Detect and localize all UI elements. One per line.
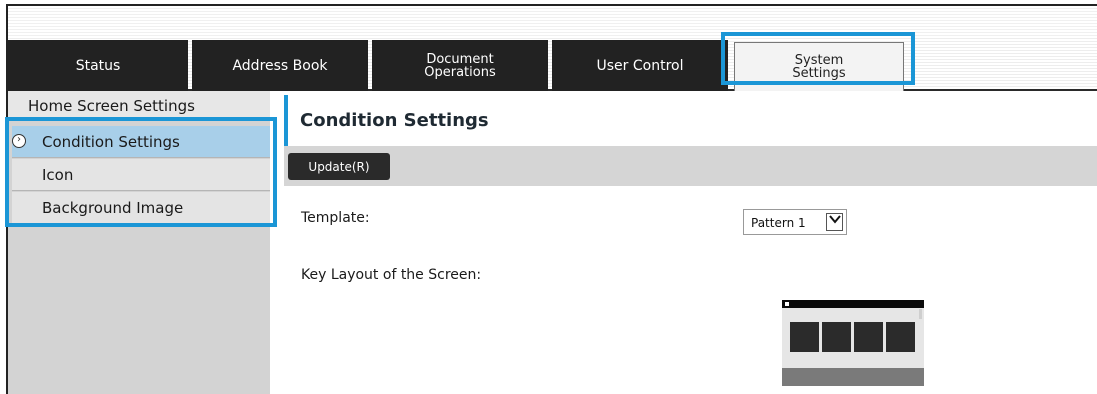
template-select[interactable]: Pattern 1 [743,209,847,235]
sidebar-header[interactable]: Home Screen Settings [8,91,270,118]
key-layout-label: Key Layout of the Screen: [301,267,482,283]
tab-status[interactable]: Status [8,40,188,91]
sidebar-item-icon[interactable]: Icon [12,159,270,191]
main-content: Condition Settings Update(R) Template: P… [284,91,1097,394]
tab-system-settings[interactable]: System Settings [734,42,904,91]
tab-user-control[interactable]: User Control [552,40,728,91]
key-layout-preview-image [782,300,924,386]
chevron-circle-icon: › [12,134,26,148]
sidebar: Home Screen Settings › Condition Setting… [8,91,270,394]
template-label: Template: [301,210,370,226]
sidebar-item-condition-settings[interactable]: › Condition Settings [12,126,270,158]
title-accent-bar [284,95,288,147]
sidebar-item-label: Background Image [42,199,184,217]
sidebar-item-label: Condition Settings [42,133,180,151]
tab-bar: Status Address Book Document Operations … [8,36,1097,91]
sidebar-item-background-image[interactable]: Background Image [12,192,270,224]
app-window: Status Address Book Document Operations … [6,4,1097,394]
tab-document-operations[interactable]: Document Operations [372,40,548,91]
update-button[interactable]: Update(R) [288,153,390,180]
page-title: Condition Settings [300,110,489,131]
chevron-down-icon[interactable] [826,213,843,231]
toolbar: Update(R) [284,146,1097,186]
template-select-value: Pattern 1 [751,216,806,230]
tab-address-book[interactable]: Address Book [192,40,368,91]
sidebar-item-label: Icon [42,166,74,184]
top-stripe [8,6,1097,36]
